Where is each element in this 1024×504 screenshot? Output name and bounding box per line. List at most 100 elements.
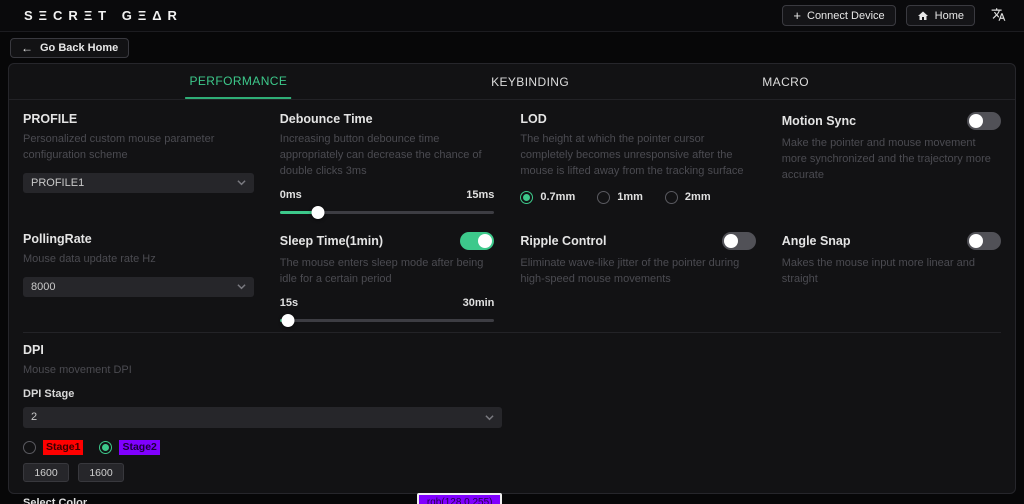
dpi-stage2-value[interactable]: 1600 <box>78 463 124 482</box>
home-label: Home <box>935 10 964 22</box>
radio-icon <box>23 441 36 454</box>
profile-select-value: PROFILE1 <box>31 177 84 189</box>
connect-device-label: Connect Device <box>807 10 885 22</box>
dpi-title: DPI <box>23 343 1001 357</box>
polling-rate-setting: PollingRate Mouse data update rate Hz 80… <box>23 232 254 328</box>
debounce-min-label: 0ms <box>280 189 302 201</box>
toggle-knob <box>969 234 983 248</box>
lod-option-0-7mm[interactable]: 0.7mm <box>520 191 575 204</box>
dpi-stage-select[interactable]: 2 <box>23 407 502 428</box>
angle-snap-toggle[interactable] <box>967 232 1001 250</box>
profile-desc: Personalized custom mouse parameter conf… <box>23 132 254 164</box>
radio-icon <box>99 441 112 454</box>
lod-option-label: 0.7mm <box>540 191 575 203</box>
lod-option-1mm[interactable]: 1mm <box>597 191 643 204</box>
dpi-stage-values: 1600 1600 <box>23 463 1001 482</box>
sleep-slider-thumb[interactable] <box>282 314 295 327</box>
debounce-range-labels: 0ms 15ms <box>280 189 495 201</box>
dpi-stage-value: 2 <box>31 411 37 423</box>
lod-option-label: 2mm <box>685 191 711 203</box>
debounce-max-label: 15ms <box>466 189 494 201</box>
debounce-time-setting: Debounce Time Increasing button debounce… <box>280 112 495 220</box>
slider-track <box>280 319 495 322</box>
toggle-knob <box>724 234 738 248</box>
sleep-time-setting: Sleep Time(1min) The mouse enters sleep … <box>280 232 495 328</box>
motion-sync-head: Motion Sync <box>782 112 1001 130</box>
sleep-min-label: 15s <box>280 297 298 309</box>
chevron-down-icon <box>237 282 246 291</box>
plus-icon: + <box>793 9 801 22</box>
ripple-control-title: Ripple Control <box>520 234 606 248</box>
dpi-stage-label: DPI Stage <box>23 388 1001 400</box>
app-logo: SΞCRΞT GΞΔR <box>24 8 183 23</box>
angle-snap-setting: Angle Snap Makes the mouse input more li… <box>782 232 1001 328</box>
polling-rate-value: 8000 <box>31 281 55 293</box>
debounce-slider[interactable] <box>280 206 495 220</box>
motion-sync-toggle[interactable] <box>967 112 1001 130</box>
dpi-stage-options: Stage1 Stage2 <box>23 440 1001 456</box>
connect-device-button[interactable]: + Connect Device <box>782 5 895 26</box>
color-swatch[interactable]: rgb(128,0,255) <box>417 493 502 504</box>
motion-sync-desc: Make the pointer and mouse movement more… <box>782 136 1001 184</box>
lod-title: LOD <box>520 112 755 126</box>
select-color-label: Select Color <box>23 497 87 504</box>
ripple-control-head: Ripple Control <box>520 232 755 250</box>
tab-macro[interactable]: MACRO <box>758 64 813 99</box>
debounce-title: Debounce Time <box>280 112 495 126</box>
settings-row-1: PROFILE Personalized custom mouse parame… <box>9 100 1015 220</box>
dpi-stage1-tag: Stage1 <box>43 440 83 456</box>
chevron-down-icon <box>237 178 246 187</box>
settings-row-2: PollingRate Mouse data update rate Hz 80… <box>9 220 1015 328</box>
chevron-down-icon <box>485 413 494 422</box>
go-back-home-button[interactable]: ← Go Back Home <box>10 38 129 58</box>
home-button[interactable]: Home <box>906 5 975 26</box>
radio-icon <box>665 191 678 204</box>
debounce-desc: Increasing button debounce time appropri… <box>280 132 495 180</box>
angle-snap-desc: Makes the mouse input more linear and st… <box>782 256 1001 288</box>
dpi-stage1-option[interactable]: Stage1 <box>23 440 83 456</box>
radio-icon <box>520 191 533 204</box>
polling-rate-desc: Mouse data update rate Hz <box>23 252 254 268</box>
sleep-range-labels: 15s 30min <box>280 297 495 309</box>
ripple-control-desc: Eliminate wave-like jitter of the pointe… <box>520 256 755 288</box>
angle-snap-title: Angle Snap <box>782 234 851 248</box>
back-row: ← Go Back Home <box>0 32 1024 63</box>
back-arrow-icon: ← <box>21 42 33 54</box>
sleep-max-label: 30min <box>463 297 495 309</box>
motion-sync-title: Motion Sync <box>782 114 856 128</box>
profile-select[interactable]: PROFILE1 <box>23 173 254 193</box>
dpi-stage2-tag: Stage2 <box>119 440 159 456</box>
toggle-knob <box>969 114 983 128</box>
motion-sync-setting: Motion Sync Make the pointer and mouse m… <box>782 112 1001 220</box>
sleep-time-head: Sleep Time(1min) <box>280 232 495 250</box>
tab-bar: PERFORMANCE KEYBINDING MACRO <box>9 64 1015 100</box>
lod-option-2mm[interactable]: 2mm <box>665 191 711 204</box>
settings-panel: PERFORMANCE KEYBINDING MACRO PROFILE Per… <box>8 63 1016 494</box>
ripple-control-setting: Ripple Control Eliminate wave-like jitte… <box>520 232 755 328</box>
lod-setting: LOD The height at which the pointer curs… <box>520 112 755 220</box>
profile-setting: PROFILE Personalized custom mouse parame… <box>23 112 254 220</box>
lod-desc: The height at which the pointer cursor c… <box>520 132 755 180</box>
home-icon <box>917 10 929 22</box>
debounce-slider-thumb[interactable] <box>312 206 325 219</box>
lod-option-label: 1mm <box>617 191 643 203</box>
radio-icon <box>597 191 610 204</box>
dpi-desc: Mouse movement DPI <box>23 363 1001 379</box>
tab-performance[interactable]: PERFORMANCE <box>185 64 291 99</box>
polling-rate-select[interactable]: 8000 <box>23 277 254 297</box>
sleep-time-desc: The mouse enters sleep mode after being … <box>280 256 495 288</box>
topbar-actions: + Connect Device Home <box>782 5 1012 27</box>
sleep-time-toggle[interactable] <box>460 232 494 250</box>
polling-rate-title: PollingRate <box>23 232 254 246</box>
dpi-section: DPI Mouse movement DPI DPI Stage 2 Stage… <box>9 333 1015 504</box>
tab-keybinding[interactable]: KEYBINDING <box>487 64 573 99</box>
profile-title: PROFILE <box>23 112 254 126</box>
angle-snap-head: Angle Snap <box>782 232 1001 250</box>
ripple-control-toggle[interactable] <box>722 232 756 250</box>
sleep-slider[interactable] <box>280 314 495 328</box>
translate-icon <box>991 10 1006 25</box>
dpi-stage2-option[interactable]: Stage2 <box>99 440 159 456</box>
translate-button[interactable] <box>985 5 1012 27</box>
top-bar: SΞCRΞT GΞΔR + Connect Device Home <box>0 0 1024 32</box>
dpi-stage1-value[interactable]: 1600 <box>23 463 69 482</box>
